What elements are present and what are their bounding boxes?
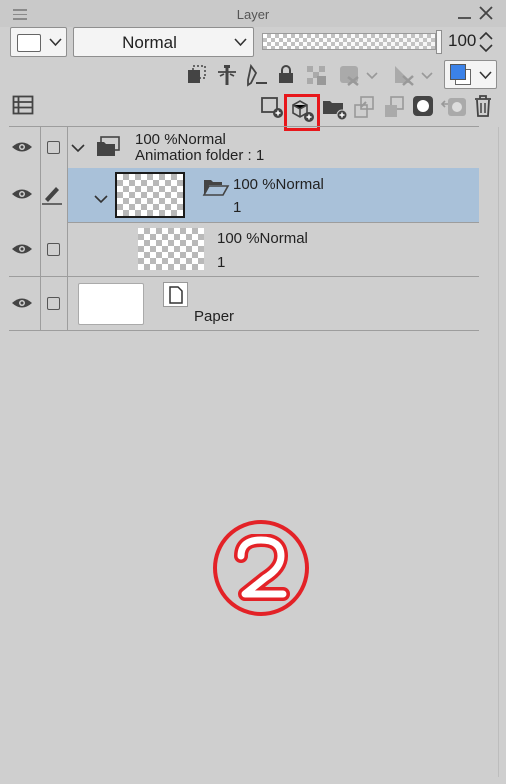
chevron-down-icon[interactable] bbox=[71, 143, 85, 153]
clip-to-layer-below-icon[interactable] bbox=[186, 64, 208, 86]
lock-transparent-pixels-icon[interactable] bbox=[305, 64, 327, 86]
layer-color-dropdown[interactable] bbox=[10, 27, 67, 57]
draft-layer-icon[interactable] bbox=[245, 63, 269, 87]
layer-blend-label: 100 %Normal bbox=[233, 176, 324, 193]
layer-thumbnail bbox=[115, 172, 185, 218]
layer-name: 1 bbox=[217, 254, 226, 271]
layer-name: Paper bbox=[194, 308, 235, 325]
paper-icon bbox=[169, 286, 183, 304]
transfer-to-lower-layer-icon[interactable] bbox=[352, 95, 376, 119]
eye-icon[interactable] bbox=[11, 187, 33, 201]
step-number-badge: ② bbox=[213, 520, 309, 616]
opacity-value[interactable]: 100 bbox=[448, 31, 476, 51]
main-color-swatch bbox=[450, 64, 466, 80]
layer-row[interactable]: 100 %Normal Animation folder : 1 bbox=[9, 127, 479, 168]
layer-color-picker[interactable] bbox=[444, 60, 497, 89]
chevron-down-icon bbox=[49, 38, 62, 47]
apply-mask-icon[interactable] bbox=[440, 94, 468, 118]
eye-icon[interactable] bbox=[11, 296, 33, 310]
step-number-glyph bbox=[234, 534, 290, 601]
layer-blend-label: 100 %Normal bbox=[217, 230, 308, 247]
opacity-slider-handle[interactable] bbox=[436, 30, 442, 54]
layer-row[interactable]: Paper bbox=[9, 277, 479, 330]
panel-right-edge bbox=[498, 127, 499, 777]
layer-checkbox[interactable] bbox=[47, 243, 60, 256]
layer-blend-label: 100 %Normal bbox=[135, 131, 226, 148]
create-layer-mask-icon[interactable] bbox=[412, 95, 434, 117]
layer-list-icon[interactable] bbox=[12, 95, 34, 115]
chevron-down-icon bbox=[234, 38, 247, 47]
new-raster-layer-icon[interactable] bbox=[260, 95, 284, 119]
ruler-enable-icon[interactable] bbox=[392, 63, 438, 87]
opacity-slider[interactable] bbox=[262, 33, 436, 50]
blend-mode-dropdown[interactable]: Normal bbox=[73, 27, 254, 57]
chevron-down-icon[interactable] bbox=[94, 194, 108, 204]
layer-checkbox[interactable] bbox=[47, 297, 60, 310]
window-title: Layer bbox=[236, 7, 270, 22]
opacity-stepper-icon[interactable] bbox=[478, 31, 494, 53]
layer-name: Animation folder : 1 bbox=[135, 147, 265, 164]
layer-checkbox[interactable] bbox=[47, 141, 60, 154]
animation-folder-icon bbox=[97, 136, 120, 156]
merge-with-layer-below-icon[interactable] bbox=[382, 95, 406, 119]
blend-mode-value: Normal bbox=[122, 33, 177, 52]
layer-thumbnail bbox=[138, 228, 204, 270]
eye-icon[interactable] bbox=[11, 242, 33, 256]
minimize-icon[interactable] bbox=[458, 17, 471, 19]
folder-open-icon bbox=[202, 180, 230, 196]
delete-layer-icon[interactable] bbox=[473, 94, 493, 118]
title-bar: Layer bbox=[0, 0, 506, 27]
lock-icon[interactable] bbox=[277, 64, 295, 84]
layer-row-selected[interactable]: 100 %Normal 1 bbox=[9, 168, 479, 222]
paper-layer-type-icon-box bbox=[163, 282, 188, 307]
pen-icon bbox=[42, 187, 62, 205]
reference-layer-icon[interactable] bbox=[215, 63, 239, 87]
mask-enable-icon[interactable] bbox=[338, 63, 382, 87]
chevron-down-icon bbox=[479, 71, 492, 80]
new-folder-icon[interactable] bbox=[321, 95, 349, 121]
layer-color-swatch bbox=[17, 34, 41, 52]
close-icon[interactable] bbox=[478, 5, 494, 21]
layer-thumbnail bbox=[78, 283, 144, 325]
layer-name: 1 bbox=[233, 199, 242, 216]
list-bottom-divider bbox=[9, 330, 479, 331]
eye-icon[interactable] bbox=[11, 140, 33, 154]
layer-row[interactable]: 100 %Normal 1 bbox=[9, 223, 479, 276]
